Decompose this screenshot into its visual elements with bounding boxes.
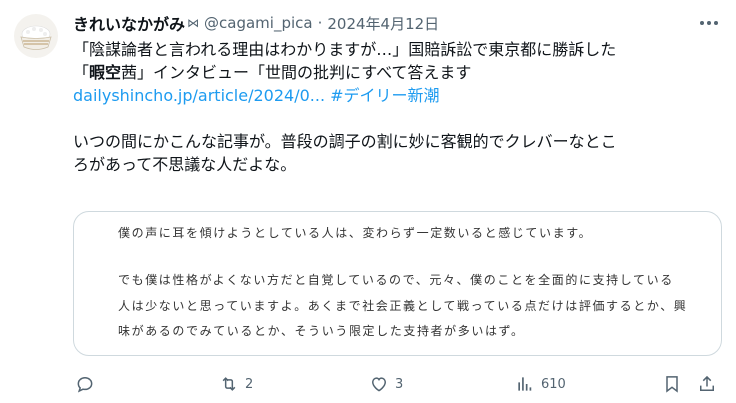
heart-icon [371, 377, 387, 392]
analytics-icon [518, 377, 532, 391]
view-count: 610 [541, 376, 566, 392]
retweet-button[interactable]: 2 [219, 372, 253, 396]
tweet-date[interactable]: 2024年4月12日 [327, 13, 439, 34]
tweet-line-2: 「暇空茜」インタビュー「世間の批判にすべて答えます [73, 61, 723, 84]
article-link[interactable]: dailyshincho.jp/article/2024/0... [73, 86, 325, 105]
like-button[interactable]: 3 [369, 372, 403, 396]
bowtie-emoji: ⋈ [187, 16, 200, 30]
bookmark-icon [666, 376, 678, 393]
avatar[interactable] [14, 14, 58, 58]
tweet-line-2-pre: 「 [73, 63, 90, 82]
share-button[interactable] [697, 372, 717, 396]
tweet-text: 「陰謀論者と言われる理由はわかりますが…」国賠訴訟で東京都に勝訴した 「暇空茜」… [73, 38, 723, 176]
hashtag-link[interactable]: #デイリー新潮 [330, 86, 439, 105]
author-handle[interactable]: @cagami_pica [204, 14, 313, 32]
reply-button[interactable] [75, 372, 101, 396]
tweet-line-1: 「陰謀論者と言われる理由はわかりますが…」国賠訴訟で東京都に勝訴した [73, 40, 617, 59]
card-line-3: 人は少ないと思っていますよ。あくまで社会正義として戦っている点だけは評価するとか… [118, 299, 688, 313]
retweet-icon [222, 377, 236, 391]
like-count: 3 [395, 376, 404, 392]
reply-icon [77, 376, 93, 393]
tweet-line-2-post: 茜」インタビュー「世間の批判にすべて答えます [121, 63, 472, 82]
card-line-2: でも僕は性格がよくない方だと自覚しているので、元々、僕のことを全面的に支持してい… [118, 273, 674, 287]
more-options-icon[interactable] [698, 13, 720, 33]
retweet-count: 2 [245, 376, 254, 392]
card-line-1: 僕の声に耳を傾けようとしている人は、変わらず一定数いると感じています。 [118, 226, 593, 240]
separator-dot: · [317, 14, 323, 32]
action-bar: 2 3 610 [73, 372, 723, 396]
comment-line-1: いつの間にかこんな記事が。普段の調子の割に妙に客観的でクレバーなとこ [73, 132, 617, 151]
bookmark-button[interactable] [662, 372, 682, 396]
tweet-links-line: dailyshincho.jp/article/2024/0... #デイリー新… [73, 84, 723, 107]
views-button[interactable]: 610 [515, 372, 566, 396]
quoted-image-card[interactable]: 僕の声に耳を傾けようとしている人は、変わらず一定数いると感じています。 でも僕は… [73, 211, 722, 356]
tweet-line-2-bold: 暇空 [89, 63, 122, 82]
comment-line-2: ろがあって不思議な人だよな。 [73, 155, 297, 174]
author-name[interactable]: きれいなかがみ [73, 11, 185, 35]
card-line-4: 味があるのでみているとか、そういう限定した支持者が多いはず。 [118, 324, 525, 338]
tweet-header: きれいなかがみ ⋈ @cagami_pica · 2024年4月12日 [73, 10, 439, 36]
share-icon [700, 375, 714, 391]
